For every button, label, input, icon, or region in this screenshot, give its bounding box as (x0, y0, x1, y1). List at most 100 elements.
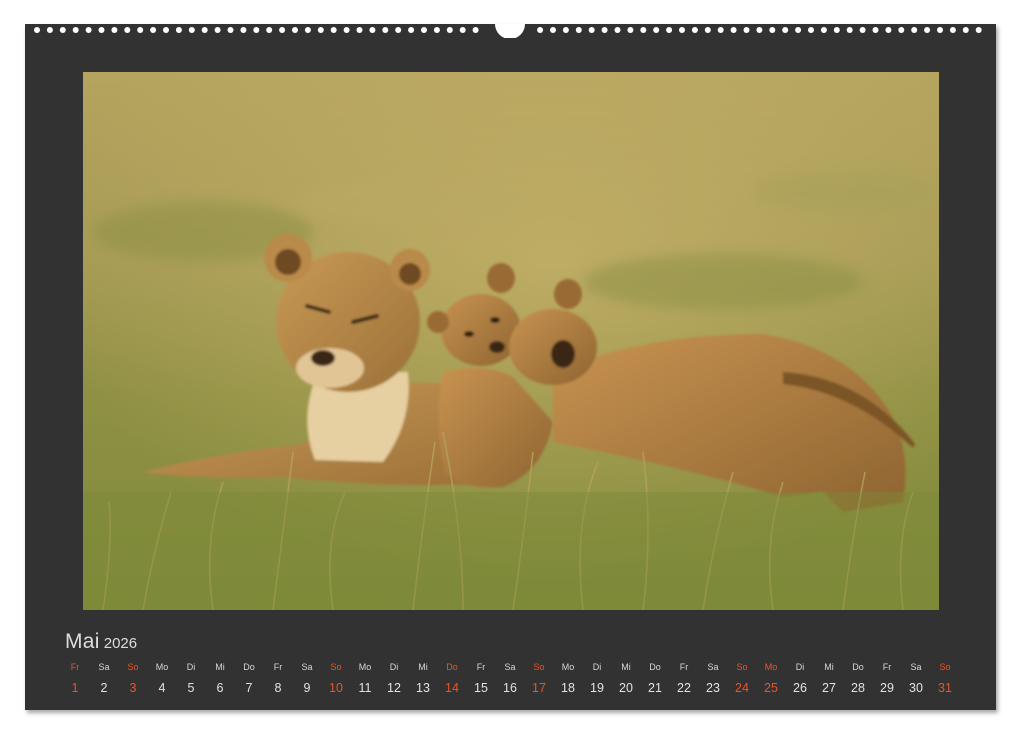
calendar-day: Sa2 (90, 660, 118, 698)
binding-hole (111, 27, 117, 33)
binding-hole (60, 27, 66, 33)
calendar-day: So10 (322, 660, 350, 698)
day-number: 1 (61, 678, 89, 698)
binding-hole (150, 27, 156, 33)
calendar-day: So31 (931, 660, 959, 698)
weekday-label: Mo (554, 660, 582, 674)
binding-hole (137, 27, 143, 33)
binding-hole (769, 27, 775, 33)
day-number: 25 (757, 678, 785, 698)
day-number: 11 (351, 678, 379, 698)
calendar-day: So3 (119, 660, 147, 698)
day-number: 3 (119, 678, 147, 698)
photo-illustration (83, 72, 939, 610)
weekday-label: Di (583, 660, 611, 674)
binding-hole (653, 27, 659, 33)
day-number: 4 (148, 678, 176, 698)
calendar-day: Fr 1 (61, 660, 89, 698)
binding-hole (460, 27, 466, 33)
binding-hole (215, 27, 221, 33)
day-number: 17 (525, 678, 553, 698)
binding-hole (369, 27, 375, 33)
day-number: 5 (177, 678, 205, 698)
calendar-day: Sa30 (902, 660, 930, 698)
weekday-label: Sa (293, 660, 321, 674)
day-number: 9 (293, 678, 321, 698)
day-number: 12 (380, 678, 408, 698)
calendar-day: Mi13 (409, 660, 437, 698)
weekday-label: Do (438, 660, 466, 674)
calendar-day: Do21 (641, 660, 669, 698)
weekday-label: Fr (467, 660, 495, 674)
binding-hole (589, 27, 595, 33)
calendar-day: So17 (525, 660, 553, 698)
binding-hole (240, 27, 246, 33)
calendar-day: Mo11 (351, 660, 379, 698)
binding-hole (898, 27, 904, 33)
binding-hole (124, 27, 130, 33)
binding-hole (305, 27, 311, 33)
binding-hole (976, 27, 982, 33)
weekday-label: Di (786, 660, 814, 674)
binding-hole (679, 27, 685, 33)
binding-hole (834, 27, 840, 33)
binding-hole (228, 27, 234, 33)
weekday-label: Mi (206, 660, 234, 674)
binding-hole (318, 27, 324, 33)
binding-hole (821, 27, 827, 33)
binding-hole (963, 27, 969, 33)
day-number: 18 (554, 678, 582, 698)
binding-hole (950, 27, 956, 33)
wall-calendar-page: Mai2026 Fr1Sa2So3Mo4Di5Mi6Do7Fr8Sa9So10M… (25, 24, 996, 710)
binding-hole (692, 27, 698, 33)
binding-hole (924, 27, 930, 33)
calendar-day: Mi6 (206, 660, 234, 698)
binding-hole (34, 27, 40, 33)
weekday-label: Sa (902, 660, 930, 674)
weekday-label: Do (844, 660, 872, 674)
weekday-label: Mo (148, 660, 176, 674)
calendar-day: Fr22 (670, 660, 698, 698)
binding-hole (421, 27, 427, 33)
binding-hole (860, 27, 866, 33)
binding-hole (344, 27, 350, 33)
calendar-day: Mo 18 (554, 660, 582, 698)
weekday-label: Fr (61, 660, 89, 674)
binding-hole (847, 27, 853, 33)
binding-hole (937, 27, 943, 33)
calendar-day: Di12 (380, 660, 408, 698)
day-number: 13 (409, 678, 437, 698)
binding-hole (86, 27, 92, 33)
calendar-day: Di19 (583, 660, 611, 698)
day-number: 31 (931, 678, 959, 698)
day-number: 8 (264, 678, 292, 698)
day-number: 10 (322, 678, 350, 698)
binding-hole (279, 27, 285, 33)
weekday-label: Sa (699, 660, 727, 674)
calendar-day: Mo25 (757, 660, 785, 698)
calendar-day: Mo 4 (148, 660, 176, 698)
day-number: 22 (670, 678, 698, 698)
calendar-day: Mi27 (815, 660, 843, 698)
day-number: 15 (467, 678, 495, 698)
day-number: 26 (786, 678, 814, 698)
binding-hole (873, 27, 879, 33)
binding-hole (782, 27, 788, 33)
month-year: 2026 (104, 635, 137, 652)
binding-hole (576, 27, 582, 33)
weekday-label: Do (235, 660, 263, 674)
day-strip: Fr1Sa2So3Mo4Di5Mi6Do7Fr8Sa9So10Mo11Di12M… (61, 660, 965, 700)
binding-hole (99, 27, 105, 33)
day-number: 21 (641, 678, 669, 698)
binding-hole (189, 27, 195, 33)
weekday-label: Fr (873, 660, 901, 674)
month-title: Mai2026 (65, 630, 137, 654)
binding-hole (911, 27, 917, 33)
day-number: 14 (438, 678, 466, 698)
calendar-day: So24 (728, 660, 756, 698)
hanger-notch (495, 24, 525, 38)
binding-hole (537, 27, 543, 33)
binding-hole (395, 27, 401, 33)
calendar-day: Do7 (235, 660, 263, 698)
day-number: 23 (699, 678, 727, 698)
